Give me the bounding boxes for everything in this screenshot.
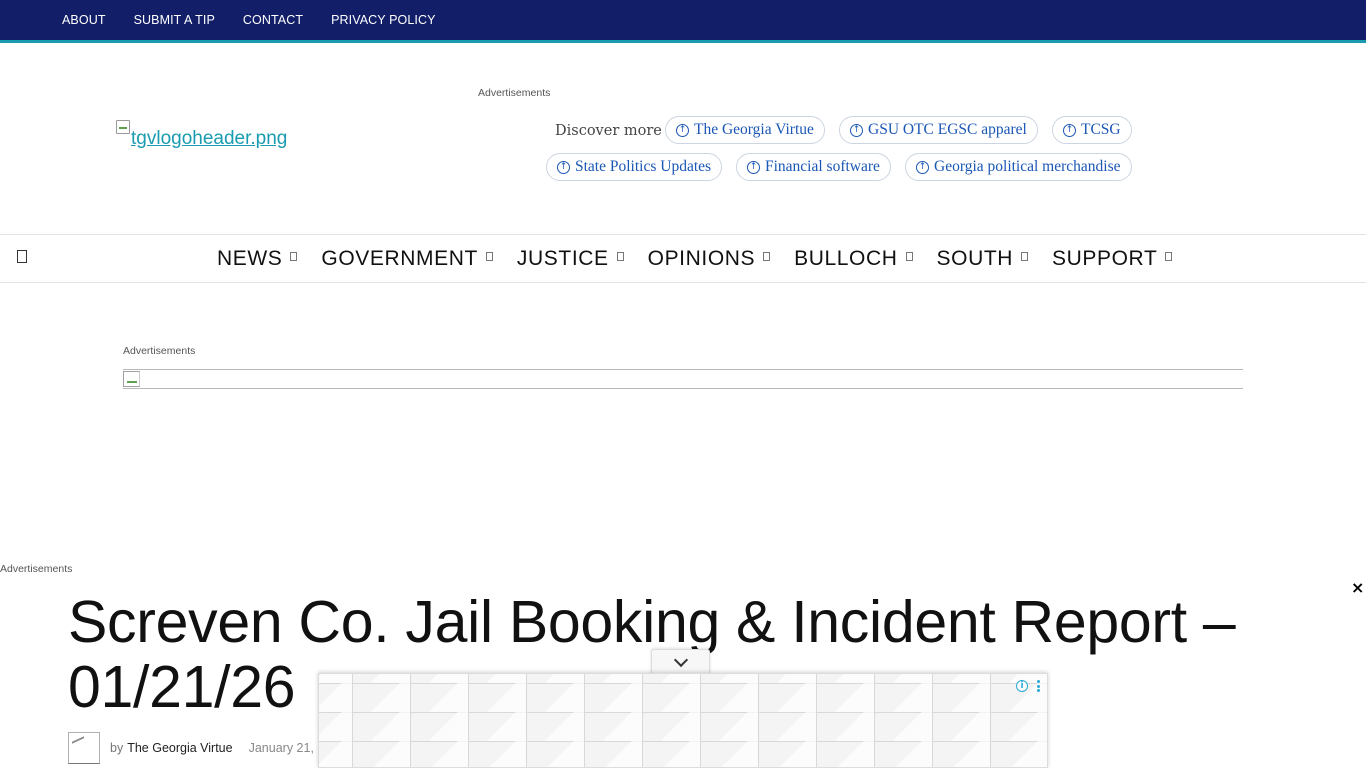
sticky-ad-collapse-tab[interactable] xyxy=(651,649,710,675)
discover-pill-gsu-apparel[interactable]: ↑ GSU OTC EGSC apparel xyxy=(839,116,1038,144)
top-link-contact[interactable]: CONTACT xyxy=(243,13,303,27)
nav-item-support[interactable]: SUPPORT xyxy=(1052,246,1173,271)
sticky-bottom-ad[interactable] xyxy=(318,673,1048,768)
nav-label: NEWS xyxy=(217,246,283,270)
ad-options-icon[interactable] xyxy=(1036,680,1040,692)
pill-label: The Georgia Virtue xyxy=(694,121,814,138)
dropdown-icon xyxy=(290,252,298,261)
arrow-up-circle-icon: ↑ xyxy=(916,160,929,174)
byline-prefix: by xyxy=(110,741,124,755)
discover-pill-georgia-virtue[interactable]: ↑ The Georgia Virtue xyxy=(665,116,825,144)
top-link-privacy-policy[interactable]: PRIVACY POLICY xyxy=(331,13,435,27)
arrow-up-circle-icon: ↑ xyxy=(1063,123,1076,137)
pill-label: State Politics Updates xyxy=(575,158,712,175)
nav-item-opinions[interactable]: OPINIONS xyxy=(647,246,771,271)
dropdown-icon xyxy=(1021,252,1029,261)
arrow-up-circle-icon: ↑ xyxy=(747,160,760,174)
nav-label: JUSTICE xyxy=(516,246,609,270)
site-logo[interactable]: tgvlogoheader.png xyxy=(116,120,287,150)
discover-pill-political-merchandise[interactable]: ↑ Georgia political merchandise xyxy=(905,153,1132,181)
logo-alt-text: tgvlogoheader.png xyxy=(131,128,288,149)
side-ad-label: Advertisements xyxy=(0,563,73,575)
top-link-about[interactable]: ABOUT xyxy=(62,13,106,27)
header-ad-label: Advertisements xyxy=(478,87,551,99)
nav-label: BULLOCH xyxy=(794,246,898,270)
close-icon[interactable]: × xyxy=(1351,578,1364,597)
nav-label: SUPPORT xyxy=(1052,246,1158,270)
ad-info-icon[interactable]: i xyxy=(1016,680,1028,692)
discover-pill-financial-software[interactable]: ↑ Financial software xyxy=(736,153,891,181)
byline: by The Georgia Virtue January 21, xyxy=(68,732,314,764)
chevron-down-icon xyxy=(673,652,688,667)
ad-pattern xyxy=(319,674,1047,767)
nav-label: GOVERNMENT xyxy=(321,246,478,270)
discover-pill-state-politics[interactable]: ↑ State Politics Updates xyxy=(546,153,723,181)
pill-label: GSU OTC EGSC apparel xyxy=(868,121,1027,138)
broken-image-icon xyxy=(123,371,140,387)
banner-ad[interactable] xyxy=(123,369,1243,389)
arrow-up-circle-icon: ↑ xyxy=(557,160,570,174)
dropdown-icon xyxy=(485,252,493,261)
banner-ad-label: Advertisements xyxy=(123,345,196,357)
pill-label: Financial software xyxy=(765,158,880,175)
main-nav: NEWS GOVERNMENT JUSTICE OPINIONS BULLOCH… xyxy=(0,234,1366,283)
broken-image-icon xyxy=(116,120,130,134)
nav-item-justice[interactable]: JUSTICE xyxy=(517,247,624,271)
arrow-up-circle-icon: ↑ xyxy=(676,123,689,137)
top-links: ABOUT SUBMIT A TIP CONTACT PRIVACY POLIC… xyxy=(0,0,1366,40)
arrow-up-circle-icon: ↑ xyxy=(850,123,863,137)
top-link-submit-tip[interactable]: SUBMIT A TIP xyxy=(134,13,215,27)
dropdown-icon xyxy=(1165,252,1173,261)
nav-item-south[interactable]: SOUTH xyxy=(937,247,1029,271)
nav-item-bulloch[interactable]: BULLOCH xyxy=(794,246,913,271)
main-nav-items: NEWS GOVERNMENT JUSTICE OPINIONS BULLOCH… xyxy=(217,235,1196,282)
nav-item-government[interactable]: GOVERNMENT xyxy=(321,247,493,271)
avatar[interactable] xyxy=(68,732,100,764)
pill-label: TCSG xyxy=(1081,121,1121,138)
nav-label: SOUTH xyxy=(936,246,1014,270)
discover-pill-tcsg[interactable]: ↑ TCSG xyxy=(1052,116,1132,144)
menu-icon[interactable] xyxy=(17,250,27,263)
dropdown-icon xyxy=(905,252,913,261)
pill-label: Georgia political merchandise xyxy=(934,158,1121,175)
post-date: January 21, xyxy=(248,741,314,755)
nav-item-news[interactable]: NEWS xyxy=(217,246,298,271)
dropdown-icon xyxy=(616,252,624,261)
top-bar: ABOUT SUBMIT A TIP CONTACT PRIVACY POLIC… xyxy=(0,0,1366,43)
dropdown-icon xyxy=(763,252,771,261)
author-link[interactable]: The Georgia Virtue xyxy=(127,741,232,755)
discover-more-label: Discover more xyxy=(555,123,662,139)
nav-label: OPINIONS xyxy=(647,246,756,270)
